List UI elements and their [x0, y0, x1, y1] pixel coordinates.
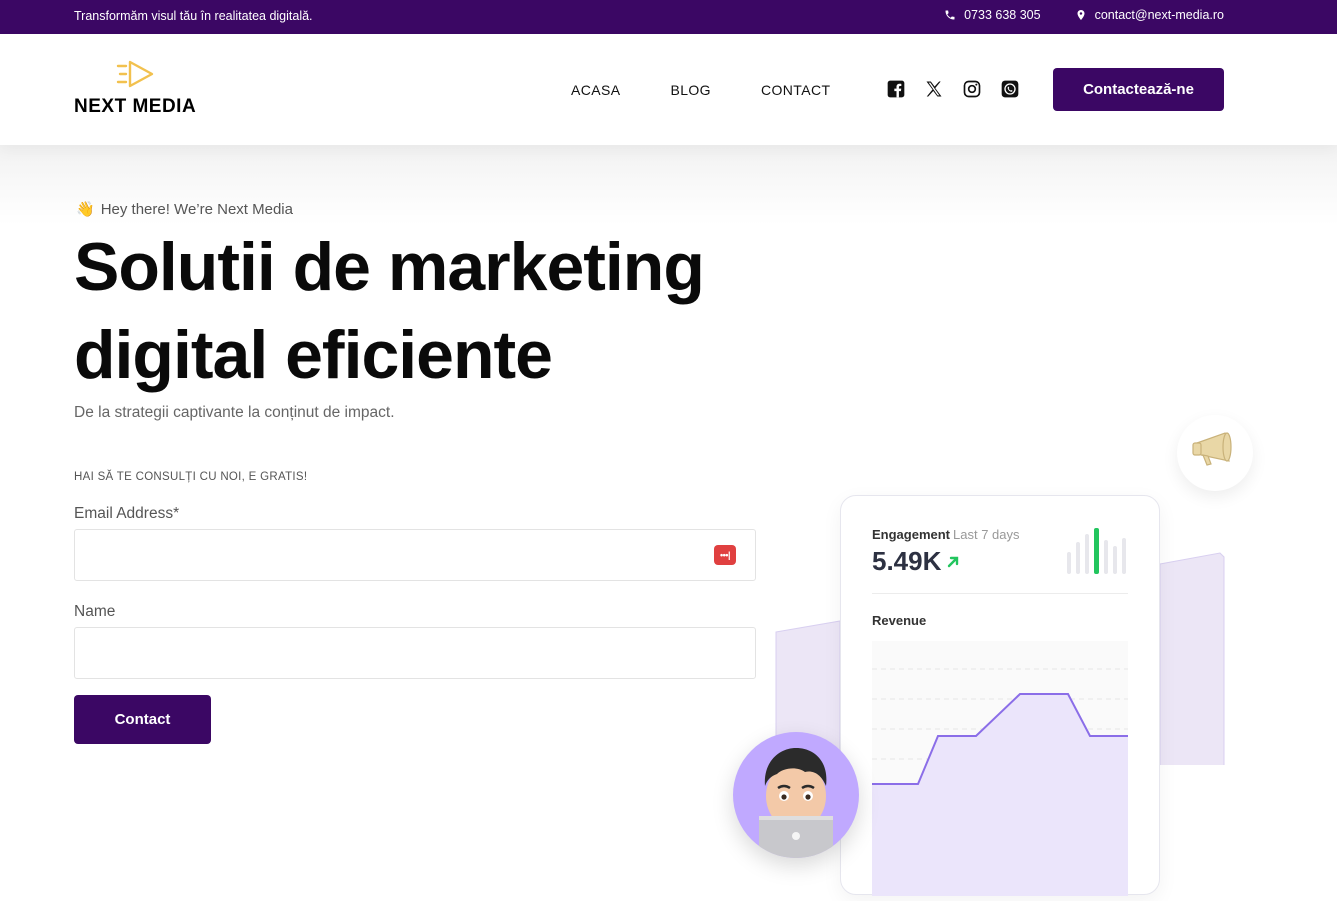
top-bar: Transformăm visul tău în realitatea digi…: [0, 0, 1337, 34]
x-icon[interactable]: [924, 79, 944, 99]
tagline: Transformăm visul tău în realitatea digi…: [74, 9, 313, 23]
site-header: NEXT MEDIA ACASA BLOG CONTACT Contacteaz…: [0, 34, 1337, 145]
nav-blog[interactable]: BLOG: [670, 82, 711, 98]
waving-hand-icon: 👋: [76, 201, 95, 218]
front-panel: [720, 285, 1260, 765]
top-contact: 0733 638 305 contact@next-media.ro: [944, 8, 1224, 22]
email-field[interactable]: [74, 529, 756, 581]
main-nav: ACASA BLOG CONTACT: [571, 82, 830, 98]
name-field[interactable]: [74, 627, 756, 679]
greeting: 👋 Hey there! We’re Next Media: [76, 200, 293, 219]
phone-number: 0733 638 305: [964, 8, 1041, 22]
instagram-icon[interactable]: [962, 79, 982, 99]
greeting-text: Hey there! We’re Next Media: [100, 200, 293, 218]
social-links: [886, 79, 1020, 99]
phone-link[interactable]: 0733 638 305: [944, 8, 1041, 22]
email-address: contact@next-media.ro: [1094, 8, 1224, 22]
nav-acasa[interactable]: ACASA: [571, 82, 620, 98]
page-title: Solutii de marketing digital eficiente: [74, 229, 705, 393]
email-link[interactable]: contact@next-media.ro: [1075, 8, 1224, 22]
location-pin-icon: [1077, 10, 1085, 20]
contact-submit-button[interactable]: Contact: [74, 695, 211, 744]
form-heading: HAI SĂ TE CONSULȚI CU NOI, E GRATIS!: [74, 471, 308, 483]
avatar: [733, 732, 859, 858]
phone-icon: [945, 10, 955, 20]
hero-subtitle: De la strategii captivante la conținut d…: [74, 404, 395, 421]
whatsapp-icon[interactable]: [1000, 79, 1020, 99]
hero-illustration: Engagement Last 7 days 5.49K Revenue: [720, 285, 1260, 896]
person-with-laptop-icon: [759, 748, 833, 858]
logo-play-icon: [116, 60, 154, 88]
name-label: Name: [74, 603, 116, 620]
nav-contact[interactable]: CONTACT: [761, 82, 830, 98]
contact-us-button[interactable]: Contactează-ne: [1053, 68, 1224, 111]
logo[interactable]: NEXT MEDIA: [74, 58, 204, 122]
hero-section: 👋 Hey there! We’re Next Media Solutii de…: [0, 145, 1337, 896]
email-label: Email Address*: [74, 505, 180, 522]
facebook-icon[interactable]: [886, 79, 906, 99]
logo-text: NEXT MEDIA: [74, 96, 197, 117]
